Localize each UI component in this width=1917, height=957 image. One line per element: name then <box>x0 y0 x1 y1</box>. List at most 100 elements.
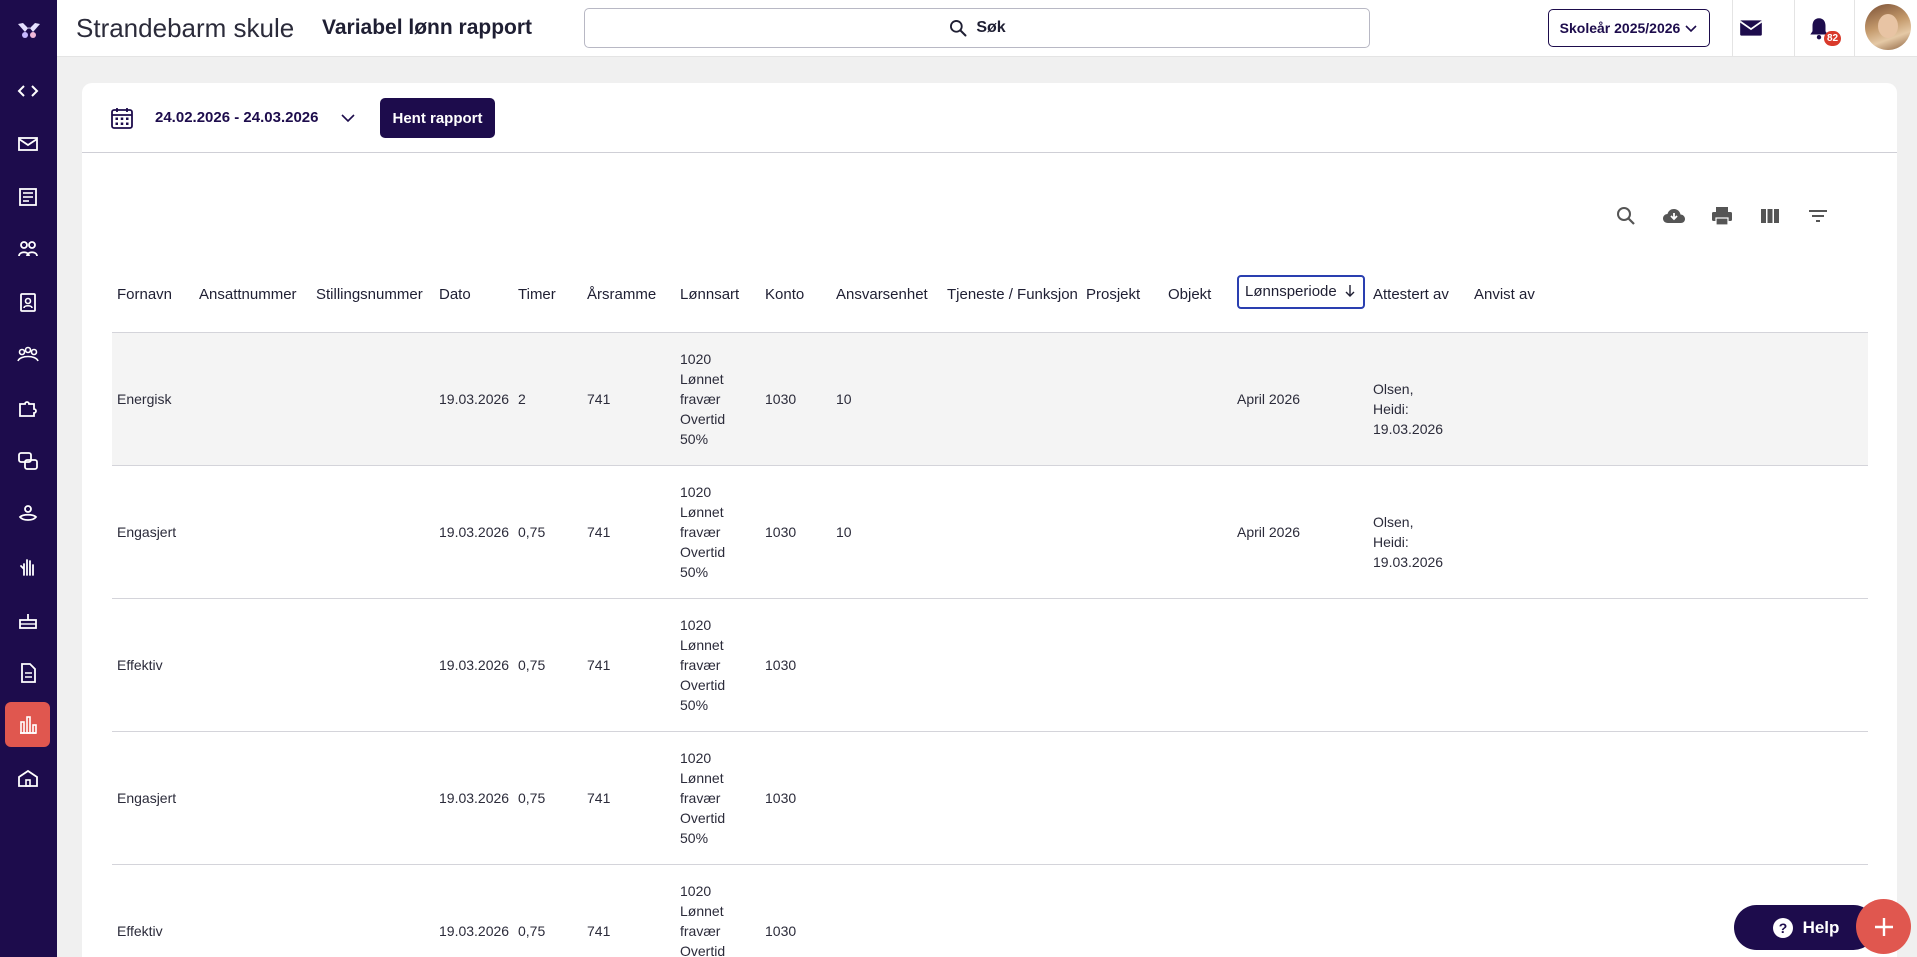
page-title: Variabel lønn rapport <box>322 16 533 39</box>
help-button[interactable]: ? Help <box>1734 905 1876 950</box>
svg-text:?: ? <box>1778 920 1787 936</box>
column-header[interactable]: Tjeneste / Funksjon <box>947 286 1078 303</box>
column-header[interactable]: Anvist av <box>1474 286 1535 303</box>
column-header[interactable]: Timer <box>518 286 556 303</box>
sidebar-item-clipboard-person[interactable] <box>5 279 50 324</box>
filter-button[interactable] <box>1804 202 1832 230</box>
column-header[interactable]: Fornavn <box>117 286 172 303</box>
column-header[interactable]: Årsramme <box>587 286 656 303</box>
messages-button[interactable] <box>1737 14 1765 42</box>
sidebar-item-code[interactable] <box>5 68 50 113</box>
sidebar-item-chat-bubbles[interactable] <box>5 438 50 483</box>
search-icon <box>1617 207 1635 225</box>
cell-lonnsart: 1020 Lønnet fravær Overtid 50% <box>680 351 726 447</box>
cell-fornavn: Engasjert <box>117 524 177 540</box>
table-row[interactable]: Energisk 19.03.2026 2 741 1020 Lønnet fravær… <box>112 333 1868 466</box>
column-header[interactable]: Objekt <box>1168 286 1211 303</box>
table-body: Energisk 19.03.2026 2 741 1020 Lønnet fravær… <box>112 333 1868 957</box>
column-header[interactable]: Stillingsnummer <box>316 286 423 303</box>
cell-timer: 2 <box>518 391 526 407</box>
header-divider <box>1794 0 1795 57</box>
cell-lonnsperiode: April 2026 <box>1237 524 1301 540</box>
cell-konto: 1030 <box>765 391 797 407</box>
columns-button[interactable] <box>1756 202 1784 230</box>
sidebar-item-cake[interactable] <box>5 597 50 642</box>
cell-fornavn: Effektiv <box>117 657 163 673</box>
sidebar-item-raised-hand[interactable] <box>5 544 50 589</box>
column-header-label: Lønnsart <box>680 286 740 303</box>
cell-konto: 1030 <box>765 524 797 540</box>
sidebar-item-newspaper[interactable] <box>5 174 50 219</box>
sidebar-item-school-building[interactable] <box>5 755 50 800</box>
mail-icon <box>1739 20 1763 36</box>
table-row[interactable]: Effektiv 19.03.2026 0,75 741 1020 Lønnet fra… <box>112 865 1868 957</box>
column-header-label: Ansattnummer <box>199 286 297 303</box>
search-input[interactable]: Søk <box>584 8 1370 48</box>
cell-attestert-av: Olsen, Heidi: 19.03.2026 <box>1373 381 1444 437</box>
clipboard-person-icon <box>19 292 36 312</box>
add-button[interactable] <box>1856 899 1911 954</box>
chevron-down-icon[interactable] <box>340 110 356 126</box>
sidebar-item-bar-chart[interactable] <box>5 702 50 747</box>
column-header[interactable]: Prosjekt <box>1086 286 1140 303</box>
app-logo-icon[interactable] <box>15 15 43 43</box>
cell-attestert-av: Olsen, Heidi: 19.03.2026 <box>1373 514 1444 570</box>
notification-badge: 82 <box>1824 31 1842 46</box>
sidebar-item-document[interactable] <box>5 650 50 695</box>
cell-arsramme: 741 <box>587 923 611 939</box>
sidebar-item-person-hands[interactable] <box>5 491 50 536</box>
column-header[interactable]: Ansattnummer <box>199 286 297 303</box>
column-header-label: Dato <box>439 286 471 303</box>
table-search-button[interactable] <box>1612 202 1640 230</box>
cell-lonnsart: 1020 Lønnet fravær Overtid 50% <box>680 750 726 846</box>
column-header[interactable]: Dato <box>439 286 471 303</box>
table-row[interactable]: Effektiv 19.03.2026 0,75 741 1020 Lønnet fra… <box>112 599 1868 732</box>
sidebar-item-people-group[interactable] <box>5 226 50 271</box>
mail-icon <box>17 136 38 151</box>
people-group-icon <box>17 240 38 256</box>
search-label: Søk <box>976 19 1006 36</box>
sidebar-item-mail[interactable] <box>5 121 50 166</box>
cell-fornavn: Energisk <box>117 391 172 407</box>
column-header[interactable]: Attestert av <box>1373 286 1449 303</box>
cell-ansvarsenhet: 10 <box>836 391 852 407</box>
column-header[interactable]: Ansvarsenhet <box>836 286 928 303</box>
column-header-label: Tjeneste / Funksjon <box>947 286 1078 303</box>
puzzle-icon <box>18 400 37 417</box>
column-header[interactable]: Lønnsperiode <box>1237 275 1365 309</box>
column-header[interactable]: Konto <box>765 286 804 303</box>
avatar[interactable] <box>1865 4 1911 50</box>
calendar-icon[interactable] <box>110 106 134 130</box>
column-header-label: Årsramme <box>587 286 657 303</box>
school-name: Strandebarm skule <box>76 13 295 43</box>
column-header-label: Lønnsperiode <box>1245 283 1337 300</box>
download-button[interactable] <box>1660 202 1688 230</box>
cell-arsramme: 741 <box>587 391 611 407</box>
column-header-label: Prosjekt <box>1086 286 1141 303</box>
cell-konto: 1030 <box>765 657 797 673</box>
table-row[interactable]: Engasjert 19.03.2026 0,75 741 1020 Lønnet fr… <box>112 466 1868 599</box>
cell-timer: 0,75 <box>518 657 546 673</box>
sidebar-item-team[interactable] <box>5 332 50 377</box>
document-icon <box>20 662 36 683</box>
sidebar-item-puzzle[interactable] <box>5 385 50 430</box>
filter-icon <box>1809 210 1827 222</box>
table-row[interactable]: Engasjert 19.03.2026 0,75 741 1020 Lønnet fr… <box>112 732 1868 865</box>
report-table: Fornavn Ansattnummer Stillingsnummer Dato Ti… <box>112 258 1868 957</box>
person-hands-icon <box>18 504 37 521</box>
cake-icon <box>18 613 37 629</box>
raised-hand-icon <box>19 558 34 576</box>
fetch-report-button[interactable]: Hent rapport <box>380 98 495 138</box>
column-header-label: Objekt <box>1168 286 1212 303</box>
cell-dato: 19.03.2026 <box>439 524 510 540</box>
cell-konto: 1030 <box>765 790 797 806</box>
school-year-value: Skoleår 2025/2026 <box>1559 20 1681 36</box>
date-range-value[interactable]: 24.02.2026 - 24.03.2026 <box>155 109 318 126</box>
table-header: Fornavn Ansattnummer Stillingsnummer Dato Ti… <box>112 258 1868 333</box>
column-header[interactable]: Lønnsart <box>680 286 739 303</box>
column-header-label: Attestert av <box>1373 286 1449 303</box>
chevron-down-icon <box>1685 25 1697 33</box>
team-icon <box>16 346 39 361</box>
school-year-select[interactable]: Skoleår 2025/2026 <box>1548 9 1710 47</box>
print-button[interactable] <box>1708 202 1736 230</box>
